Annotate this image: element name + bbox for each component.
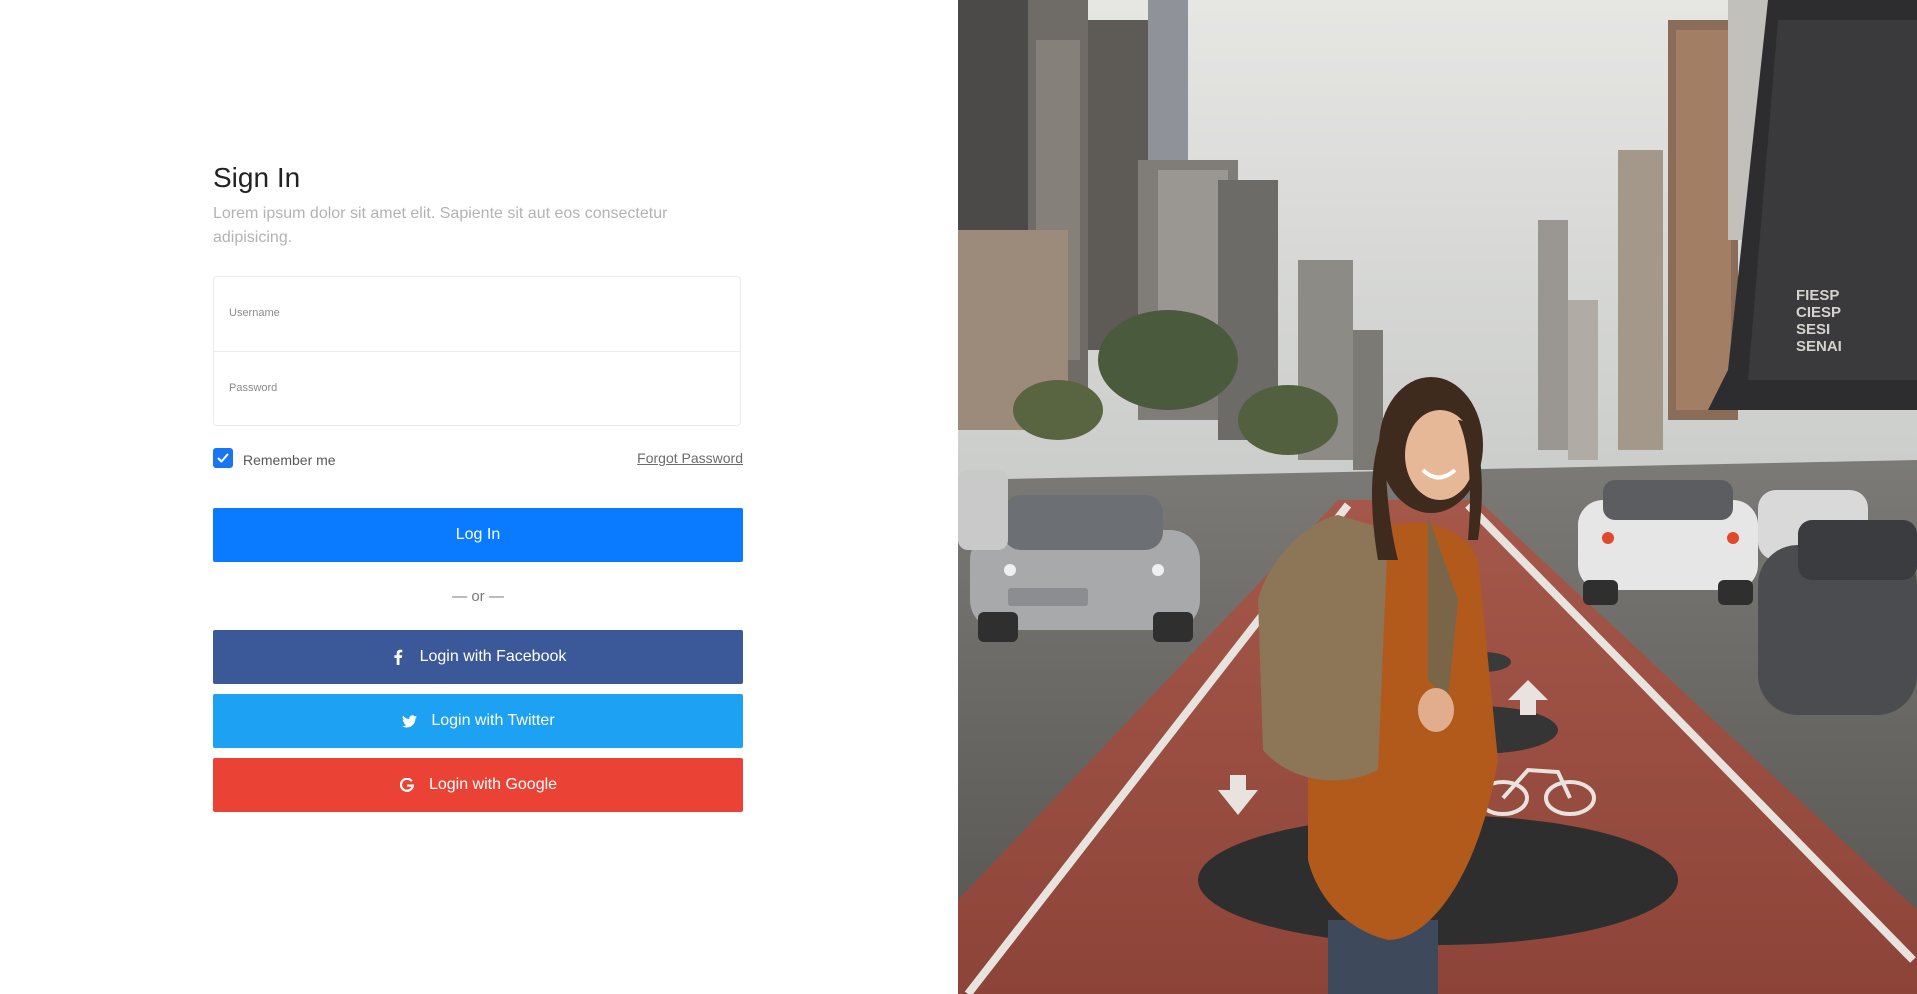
facebook-login-label: Login with Facebook	[419, 648, 567, 665]
forgot-password-link[interactable]: Forgot Password	[637, 450, 743, 466]
twitter-login-label: Login with Twitter	[431, 712, 555, 729]
svg-text:FIESP: FIESP	[1796, 287, 1839, 304]
facebook-icon	[390, 649, 406, 665]
svg-text:SESI: SESI	[1796, 321, 1830, 338]
google-icon	[399, 777, 415, 793]
remember-me[interactable]: Remember me	[213, 448, 336, 468]
checkmark-icon	[217, 453, 229, 463]
signin-panel: Sign In Lorem ipsum dolor sit amet elit.…	[0, 0, 958, 994]
remember-label: Remember me	[243, 452, 336, 468]
hero-photo: FIESP CIESP SESI SENAI	[958, 0, 1917, 994]
facebook-login-button[interactable]: Login with Facebook	[213, 630, 743, 684]
twitter-icon	[401, 713, 417, 729]
signin-form: Sign In Lorem ipsum dolor sit amet elit.…	[213, 160, 743, 812]
credentials-fields: Username Password	[213, 276, 741, 426]
page-subtitle: Lorem ipsum dolor sit amet elit. Sapient…	[213, 205, 668, 246]
page-title: Sign In	[213, 162, 301, 193]
google-login-label: Login with Google	[428, 776, 558, 793]
username-input[interactable]	[228, 323, 726, 345]
username-field[interactable]: Username	[214, 277, 740, 351]
password-input[interactable]	[228, 398, 726, 420]
login-button[interactable]: Log In	[213, 508, 743, 562]
or-separator: — or —	[452, 588, 504, 605]
login-page: Sign In Lorem ipsum dolor sit amet elit.…	[0, 0, 1917, 994]
password-label: Password	[229, 382, 278, 394]
city-street-illustration: FIESP CIESP SESI SENAI	[958, 0, 1917, 994]
remember-checkbox[interactable]	[213, 448, 233, 468]
username-label: Username	[229, 307, 280, 319]
twitter-login-button[interactable]: Login with Twitter	[213, 694, 743, 748]
password-field[interactable]: Password	[214, 351, 740, 425]
form-options: Remember me Forgot Password	[213, 446, 743, 470]
car-right	[1578, 480, 1758, 605]
svg-text:CIESP: CIESP	[1796, 304, 1841, 321]
google-login-button[interactable]: Login with Google	[213, 758, 743, 812]
svg-text:SENAI: SENAI	[1796, 338, 1842, 355]
